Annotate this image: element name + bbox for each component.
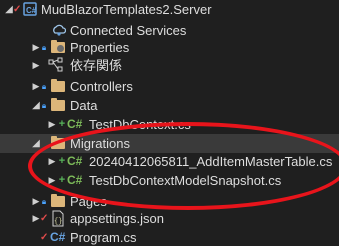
tree-item-label: Properties — [70, 40, 130, 55]
tree-item-label: Migrations — [70, 136, 130, 151]
checkmark-icon: ✓ — [40, 213, 49, 224]
chevron-right-icon[interactable]: ▶ — [47, 115, 57, 134]
folder-icon — [51, 79, 65, 92]
tree-item-label: appsettings.json — [70, 211, 164, 226]
plus-icon: + — [58, 155, 66, 167]
tree-row-migrations[interactable]: ◢ Migrations — [0, 134, 339, 153]
tree-item-label: 20240412065811_AddItemMasterTable.cs — [89, 154, 333, 169]
tree-item-label: Data — [70, 98, 98, 113]
checkmark-icon: ✓ — [40, 232, 49, 243]
svg-text:C#: C# — [26, 6, 37, 15]
tree-row-appsettings[interactable]: ▶ ✓ {} appsettings.json — [0, 209, 339, 228]
lock-icon: 🔒︎ — [41, 82, 47, 91]
folder-icon — [51, 194, 65, 207]
csharp-project-icon: C# — [22, 0, 38, 19]
tree-item-label: Program.cs — [70, 230, 137, 245]
tree-row-controllers[interactable]: ▶ 🔒︎ Controllers — [0, 77, 339, 96]
tree-item-label: Controllers — [70, 79, 133, 94]
tree-row-program[interactable]: ✓ C# Program.cs — [0, 228, 339, 246]
lock-icon: 🔒︎ — [41, 43, 47, 52]
lock-icon: 🔒︎ — [41, 101, 47, 110]
tree-row-data[interactable]: ◢ 🔒︎ Data — [0, 96, 339, 115]
chevron-right-icon[interactable]: ▶ — [47, 171, 57, 190]
tree-row-testdbcontext[interactable]: ▶ + C# TestDbContext.cs — [0, 115, 339, 134]
tree-item-label: TestDbContextModelSnapshot.cs — [89, 173, 282, 188]
svg-text:{}: {} — [54, 218, 62, 226]
chevron-right-icon[interactable]: ▶ — [31, 56, 41, 75]
csharp-file-icon: C# — [67, 117, 83, 131]
dependencies-icon — [48, 56, 64, 75]
solution-explorer-tree: ◢ ✓ C# MudBlazorTemplates2.Server Connec… — [0, 0, 339, 246]
json-file-icon: {} — [51, 209, 65, 228]
chevron-right-icon[interactable]: ▶ — [47, 152, 57, 171]
tree-row-project[interactable]: ◢ ✓ C# MudBlazorTemplates2.Server — [0, 0, 339, 19]
csharp-file-icon: C# — [67, 173, 83, 187]
chevron-down-icon[interactable]: ◢ — [31, 134, 41, 153]
folder-icon — [51, 136, 65, 149]
tree-row-migration-file[interactable]: ▶ + C# 20240412065811_AddItemMasterTable… — [0, 152, 339, 171]
csharp-file-icon: C# — [67, 154, 83, 168]
folder-icon — [51, 40, 65, 53]
plus-icon: + — [58, 174, 66, 186]
tree-row-properties[interactable]: ▶ 🔒︎ Properties — [0, 38, 339, 57]
folder-icon — [51, 98, 65, 111]
plus-icon: + — [58, 118, 66, 130]
csharp-file-icon: C# — [50, 230, 66, 244]
tree-row-dependencies[interactable]: ▶ 依存関係 — [0, 56, 339, 75]
tree-item-label: TestDbContext.cs — [89, 117, 191, 132]
tree-item-label: 依存関係 — [70, 58, 123, 73]
tree-row-snapshot[interactable]: ▶ + C# TestDbContextModelSnapshot.cs — [0, 171, 339, 190]
checkmark-icon: ✓ — [13, 4, 22, 15]
project-label: MudBlazorTemplates2.Server — [41, 2, 212, 17]
